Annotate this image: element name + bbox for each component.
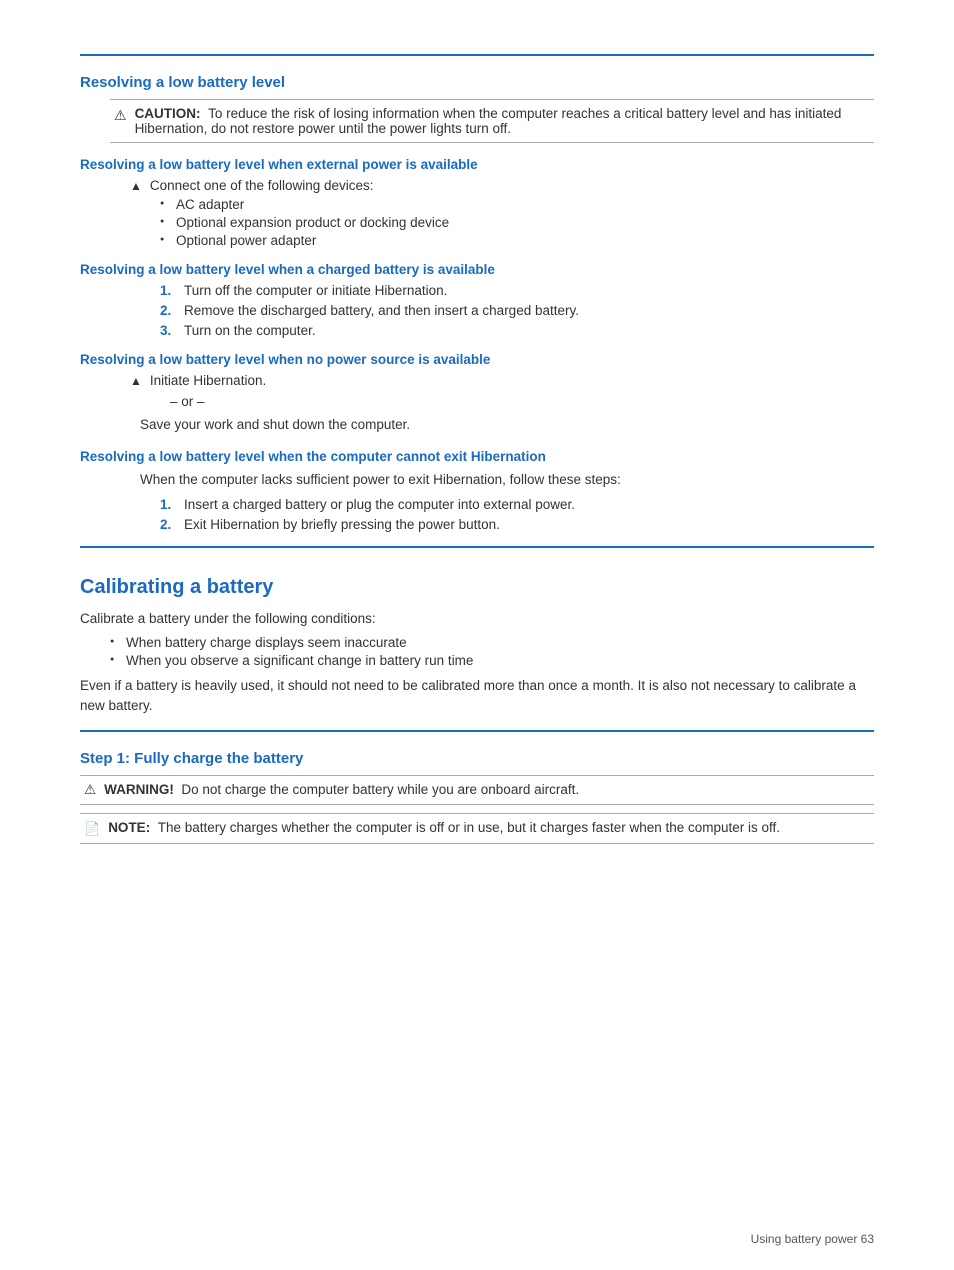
step-2: 2. Remove the discharged battery, and th…: [160, 303, 874, 318]
arrow-text-2: Initiate Hibernation.: [150, 373, 266, 388]
note-text: NOTE: The battery charges whether the co…: [108, 820, 780, 835]
step-num-1: 1.: [160, 283, 176, 298]
step-1: 1. Turn off the computer or initiate Hib…: [160, 283, 874, 298]
sub-section-charged-battery: Resolving a low battery level when a cha…: [80, 262, 874, 338]
arrow-icon-1: ▲: [130, 179, 142, 193]
step-exit-text-1: Insert a charged battery or plug the com…: [184, 497, 575, 512]
note-box: 📄 NOTE: The battery charges whether the …: [80, 813, 874, 844]
arrow-item-hibernate: ▲ Initiate Hibernation.: [130, 373, 874, 388]
section-calibrating: Calibrating a battery Calibrate a batter…: [80, 546, 874, 717]
bullet-list-devices: AC adapter Optional expansion product or…: [160, 197, 874, 248]
section-step1: Step 1: Fully charge the battery ⚠ WARNI…: [80, 730, 874, 844]
page-footer: Using battery power 63: [751, 1232, 874, 1246]
step-exit-num-2: 2.: [160, 517, 176, 532]
calibrating-body: Even if a battery is heavily used, it sh…: [80, 676, 874, 717]
section-resolving: Resolving a low battery level ⚠ CAUTION:…: [80, 54, 874, 532]
caution-text: CAUTION: To reduce the risk of losing in…: [135, 106, 870, 136]
step-exit-2: 2. Exit Hibernation by briefly pressing …: [160, 517, 874, 532]
note-label: NOTE:: [108, 820, 150, 835]
or-line: – or –: [170, 394, 874, 409]
section-divider-2: [80, 546, 874, 548]
step-exit-1: 1. Insert a charged battery or plug the …: [160, 497, 874, 512]
caution-box: ⚠ CAUTION: To reduce the risk of losing …: [110, 99, 874, 143]
list-item-ac: AC adapter: [160, 197, 874, 212]
warning-text: WARNING! Do not charge the computer batt…: [104, 782, 579, 797]
sub-section-no-power: Resolving a low battery level when no po…: [80, 352, 874, 435]
step-exit-text-2: Exit Hibernation by briefly pressing the…: [184, 517, 500, 532]
section-divider-1: [80, 54, 874, 56]
sub-section-external-power: Resolving a low battery level when exter…: [80, 157, 874, 248]
calibrating-bullet-1: When battery charge displays seem inaccu…: [110, 635, 874, 650]
arrow-item-connect: ▲ Connect one of the following devices:: [130, 178, 874, 193]
sub-heading-no-power: Resolving a low battery level when no po…: [80, 352, 874, 367]
numbered-list-charged: 1. Turn off the computer or initiate Hib…: [160, 283, 874, 338]
step-num-2: 2.: [160, 303, 176, 318]
warning-body: Do not charge the computer battery while…: [181, 782, 579, 797]
caution-label: CAUTION:: [135, 106, 201, 121]
sub-heading-charged: Resolving a low battery level when a cha…: [80, 262, 874, 277]
warning-label: WARNING!: [104, 782, 174, 797]
arrow-icon-2: ▲: [130, 374, 142, 388]
alt-text: Save your work and shut down the compute…: [140, 415, 874, 435]
sub-section-cannot-exit: Resolving a low battery level when the c…: [80, 449, 874, 531]
calibrating-bullet-2: When you observe a significant change in…: [110, 653, 874, 668]
warning-icon: ⚠: [84, 782, 96, 798]
step-exit-num-1: 1.: [160, 497, 176, 512]
note-body: The battery charges whether the computer…: [158, 820, 780, 835]
sub-heading-external: Resolving a low battery level when exter…: [80, 157, 874, 172]
cannot-exit-intro: When the computer lacks sufficient power…: [140, 470, 874, 490]
calibrating-bullets: When battery charge displays seem inaccu…: [110, 635, 874, 668]
arrow-text-1: Connect one of the following devices:: [150, 178, 374, 193]
list-item-expansion: Optional expansion product or docking de…: [160, 215, 874, 230]
step-num-3: 3.: [160, 323, 176, 338]
section-heading-resolving: Resolving a low battery level: [80, 74, 874, 91]
step-text-3: Turn on the computer.: [184, 323, 316, 338]
list-item-power-adapter: Optional power adapter: [160, 233, 874, 248]
step-3: 3. Turn on the computer.: [160, 323, 874, 338]
sub-heading-cannot-exit: Resolving a low battery level when the c…: [80, 449, 874, 464]
numbered-list-cannot-exit: 1. Insert a charged battery or plug the …: [160, 497, 874, 532]
note-icon: 📄: [84, 821, 100, 837]
main-heading-calibrating: Calibrating a battery: [80, 576, 874, 599]
caution-icon: ⚠: [114, 107, 127, 124]
caution-body: To reduce the risk of losing information…: [135, 106, 842, 136]
calibrating-intro: Calibrate a battery under the following …: [80, 609, 874, 629]
step-text-2: Remove the discharged battery, and then …: [184, 303, 579, 318]
step-text-1: Turn off the computer or initiate Hibern…: [184, 283, 447, 298]
warning-box: ⚠ WARNING! Do not charge the computer ba…: [80, 775, 874, 805]
section-divider-3: [80, 730, 874, 732]
step1-heading: Step 1: Fully charge the battery: [80, 750, 874, 767]
